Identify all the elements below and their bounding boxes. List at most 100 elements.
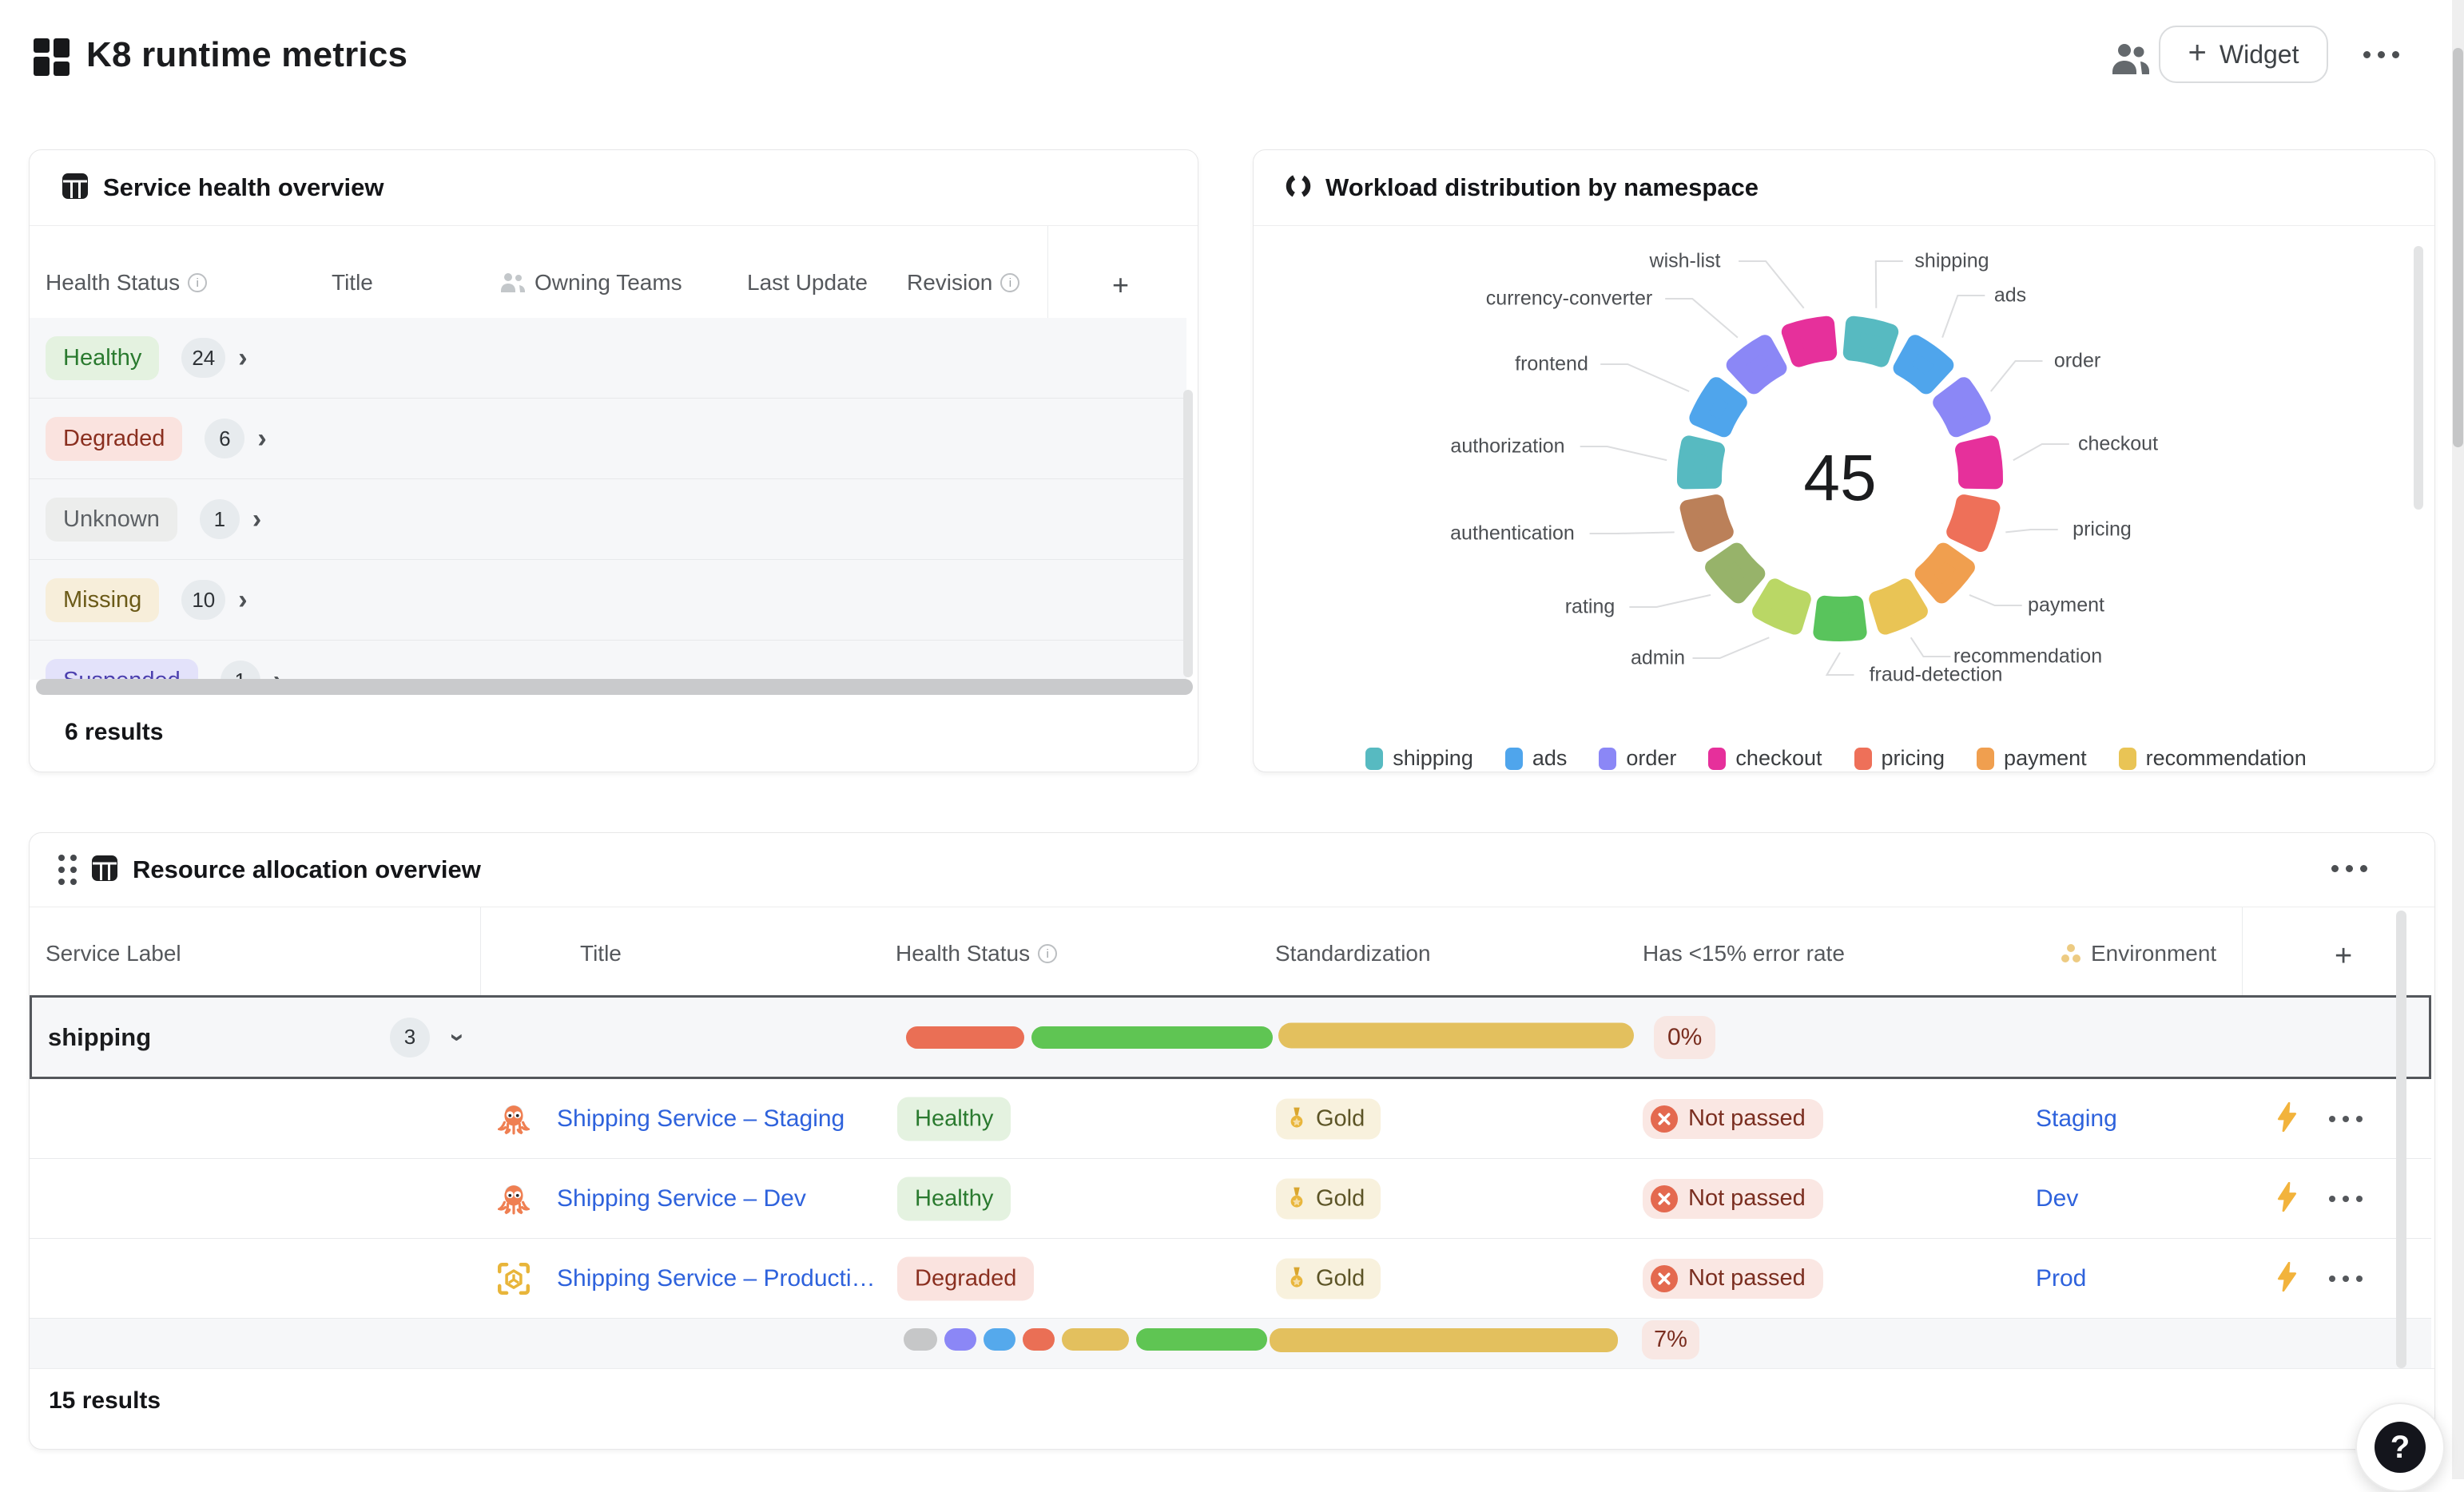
tier-label: Gold (1316, 1185, 1365, 1212)
page-scrollbar-thumb[interactable] (2453, 48, 2463, 447)
legend-item-ads[interactable]: ads (1505, 746, 1568, 771)
lightning-icon[interactable] (2276, 1182, 2298, 1216)
squid-service-icon (498, 1183, 530, 1215)
count-badge: 1 (221, 661, 260, 680)
legend-item-payment[interactable]: payment (1977, 746, 2087, 771)
lightning-icon[interactable] (2276, 1102, 2298, 1136)
legend-label: recommendation (2146, 746, 2307, 771)
row-overflow-menu[interactable] (2329, 1116, 2363, 1122)
legend-swatch (1505, 748, 1523, 770)
vertical-scrollbar[interactable] (2414, 246, 2423, 510)
group-row-shipping[interactable]: shipping 3 0% (30, 995, 2431, 1079)
label-connector-line (1629, 595, 1711, 607)
label-connector-line (1665, 299, 1738, 338)
legend-item-pricing[interactable]: pricing (1854, 746, 1945, 771)
donut-segment-authentication[interactable] (1688, 502, 1726, 544)
table-row[interactable]: Suspended1 (30, 641, 1186, 680)
donut-segment-fraud-detection[interactable] (1821, 604, 1858, 633)
help-icon: ? (2375, 1422, 2426, 1473)
status-badge: Degraded (46, 417, 182, 461)
lightning-icon[interactable] (2276, 1262, 2298, 1296)
page-scrollbar[interactable] (2452, 0, 2464, 1479)
help-button[interactable]: ? (2355, 1403, 2445, 1492)
partial-group-row[interactable]: 7% (30, 1319, 2431, 1368)
page-overflow-menu[interactable] (2363, 51, 2399, 58)
table-row[interactable]: Degraded6 (30, 399, 1186, 479)
donut-segment-order[interactable] (1941, 385, 1982, 429)
service-health-card: Service health overview Health Status Ti… (29, 149, 1198, 772)
donut-segment-currency-converter[interactable] (1735, 343, 1779, 386)
namespace-label-payment: payment (2028, 594, 2104, 617)
standardization-bar (1278, 1022, 1634, 1048)
donut-segment-rating[interactable] (1713, 551, 1757, 596)
legend-label: ads (1532, 746, 1568, 771)
chevron-right-icon[interactable] (238, 585, 247, 616)
drag-handle-icon[interactable] (58, 855, 77, 885)
add-column-button[interactable]: + (1112, 268, 1129, 302)
donut-segment-frontend[interactable] (1697, 385, 1739, 429)
donut-segment-checkout[interactable] (1963, 443, 1995, 481)
resource-overflow-menu[interactable] (2331, 865, 2367, 872)
chevron-right-icon[interactable] (273, 665, 282, 681)
info-icon[interactable] (1038, 944, 1057, 963)
environment-link[interactable]: Staging (2036, 1105, 2117, 1133)
donut-segment-admin[interactable] (1760, 586, 1803, 626)
chevron-down-icon[interactable] (443, 1033, 473, 1042)
vertical-scrollbar[interactable] (2396, 911, 2406, 1368)
environment-icon (2059, 942, 2083, 966)
donut-segment-authorization[interactable] (1685, 443, 1717, 481)
label-connector-line (1827, 653, 1854, 675)
label-connector-line (1590, 532, 1675, 534)
donut-segment-payment[interactable] (1923, 551, 1967, 596)
workload-card: Workload distribution by namespace 45 sh… (1253, 149, 2435, 772)
add-widget-button[interactable]: + Widget (2159, 26, 2328, 83)
add-column-button[interactable]: + (2335, 939, 2352, 974)
legend-item-recommendation[interactable]: recommendation (2119, 746, 2307, 771)
chevron-right-icon[interactable] (252, 504, 261, 535)
service-row[interactable]: Shipping Service – StagingHealthyGoldNot… (30, 1079, 2431, 1159)
squid-service-icon (498, 1103, 530, 1135)
service-row[interactable]: Shipping Service – Producti…DegradedGold… (30, 1239, 2431, 1319)
donut-total: 45 (1803, 441, 1876, 516)
vertical-scrollbar[interactable] (1183, 390, 1193, 677)
not-passed-badge: Not passed (1643, 1099, 1823, 1139)
chevron-right-icon[interactable] (238, 343, 247, 374)
bar-segment (1023, 1328, 1055, 1351)
label-connector-line (1942, 296, 1985, 338)
teams-icon (499, 272, 527, 294)
chevron-right-icon[interactable] (257, 423, 266, 454)
row-overflow-menu[interactable] (2329, 1276, 2363, 1282)
row-overflow-menu[interactable] (2329, 1196, 2363, 1202)
legend-item-checkout[interactable]: checkout (1708, 746, 1822, 771)
gold-tier-badge: Gold (1276, 1098, 1381, 1139)
label-connector-line (1580, 446, 1667, 460)
partial-standardization-bar (1270, 1328, 1618, 1356)
service-title-link[interactable]: Shipping Service – Dev (557, 1185, 806, 1212)
service-title-link[interactable]: Shipping Service – Staging (557, 1105, 845, 1133)
not-passed-label: Not passed (1688, 1185, 1806, 1212)
horizontal-scrollbar[interactable] (36, 679, 1193, 695)
resource-allocation-card: Resource allocation overview Service Lab… (29, 832, 2435, 1450)
environment-link[interactable]: Prod (2036, 1265, 2086, 1292)
info-icon[interactable] (188, 273, 207, 292)
table-row[interactable]: Healthy24 (30, 318, 1186, 399)
service-title-link[interactable]: Shipping Service – Producti… (557, 1265, 876, 1292)
col-title: Title (332, 270, 373, 296)
label-connector-line (1876, 261, 1903, 308)
donut-segment-ads[interactable] (1902, 343, 1946, 386)
donut-segment-wish-list[interactable] (1790, 324, 1829, 359)
donut-segment-pricing[interactable] (1954, 502, 1992, 544)
bar-segment (1136, 1328, 1267, 1351)
service-row[interactable]: Shipping Service – DevHealthyGoldNot pas… (30, 1159, 2431, 1239)
donut-segment-recommendation[interactable] (1877, 586, 1920, 626)
donut-segment-shipping[interactable] (1851, 324, 1890, 359)
environment-link[interactable]: Dev (2036, 1185, 2078, 1212)
legend-item-order[interactable]: order (1599, 746, 1676, 771)
status-badge: Missing (46, 578, 159, 622)
legend-item-shipping[interactable]: shipping (1365, 746, 1473, 771)
info-icon[interactable] (1000, 273, 1019, 292)
count-badge: 10 (181, 580, 225, 620)
table-row[interactable]: Missing 10 (30, 560, 1186, 641)
people-share-icon[interactable] (2111, 42, 2151, 81)
table-row[interactable]: Unknown1 (30, 479, 1186, 560)
